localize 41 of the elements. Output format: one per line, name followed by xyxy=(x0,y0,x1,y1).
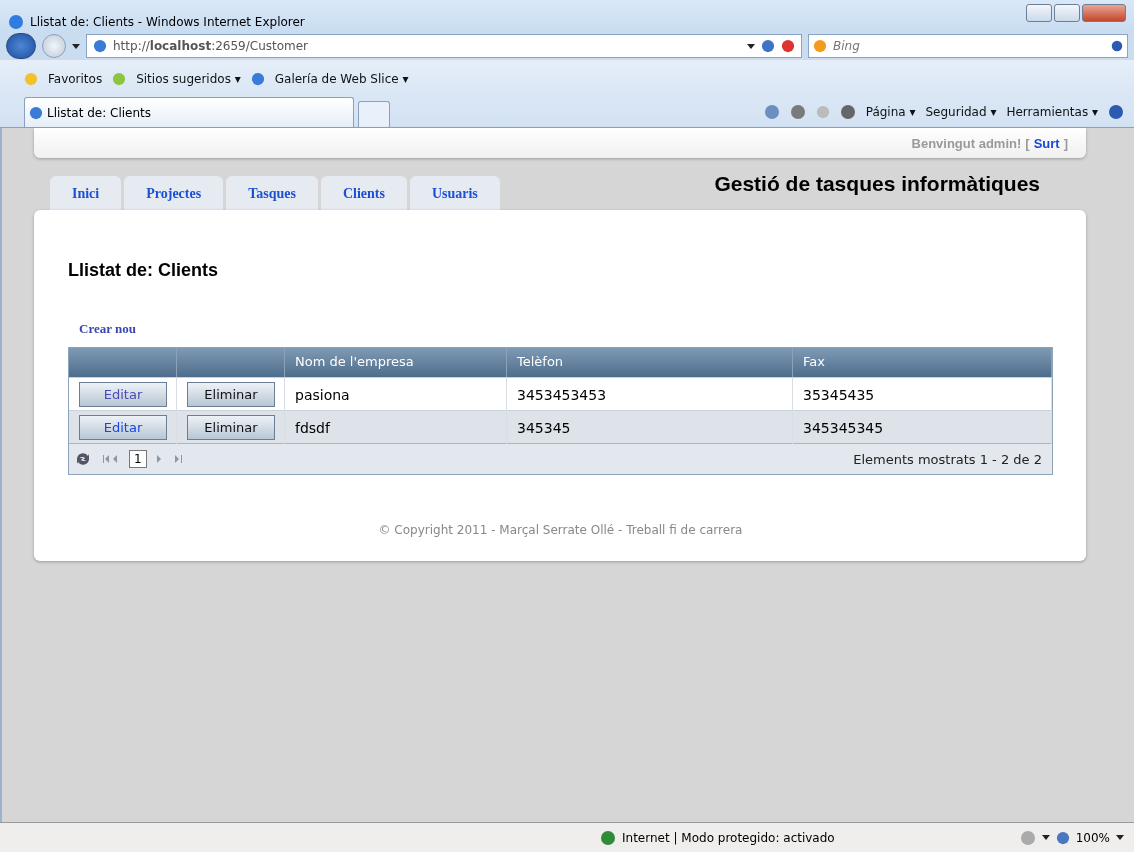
command-menu[interactable]: Herramientas ▾ xyxy=(1006,105,1098,119)
create-link[interactable]: Crear nou xyxy=(79,321,1053,337)
back-button[interactable] xyxy=(6,33,36,59)
site-title: Gestió de tasques informàtiques xyxy=(714,172,1040,196)
command-menu[interactable]: Página ▾ xyxy=(865,105,916,119)
nav-tab[interactable]: Clients xyxy=(320,176,407,210)
nav-tab[interactable]: Projectes xyxy=(124,176,224,210)
window-title: Llistat de: Clients - Windows Internet Explorer xyxy=(30,15,306,29)
favorites-item[interactable]: Favoritos xyxy=(48,72,103,86)
edit-button[interactable]: Editar xyxy=(79,415,167,440)
first-page-icon[interactable] xyxy=(103,455,119,463)
edit-button[interactable]: Editar xyxy=(79,382,167,407)
zoom-level[interactable]: 100% xyxy=(1075,830,1110,845)
favorites-item[interactable]: Sitios sugeridos ▾ xyxy=(136,72,241,86)
browser-tab[interactable]: Llistat de: Clients xyxy=(24,97,354,127)
forward-button[interactable] xyxy=(42,34,66,58)
copyright-text: © Copyright 2011 - Marçal Serrate Ollé - Treball fi de carrera xyxy=(377,523,744,537)
caret-icon[interactable] xyxy=(1041,835,1050,840)
command-menu[interactable]: Seguridad ▾ xyxy=(925,105,997,119)
page-heading: Llistat de: Clients xyxy=(68,260,220,281)
new-tab-button[interactable] xyxy=(358,101,390,127)
favorites-item[interactable]: Galería de Web Slice ▾ xyxy=(274,72,409,86)
page-number[interactable]: 1 xyxy=(129,450,147,468)
bracket-text: [ xyxy=(1025,135,1030,151)
logout-link[interactable]: Surt xyxy=(1033,135,1060,151)
pager-summary: Elements mostrats 1 - 2 de 2 xyxy=(853,451,1042,467)
welcome-text: Benvingut admin! xyxy=(911,135,1022,151)
address-field[interactable]: http://localhost:2659/Customer xyxy=(86,34,802,58)
security-zone-text: Internet | Modo protegido: activado xyxy=(622,830,835,845)
maximize-button[interactable] xyxy=(1054,4,1080,22)
delete-button[interactable]: Eliminar xyxy=(187,415,275,440)
last-page-icon[interactable] xyxy=(156,455,185,463)
search-field[interactable]: Bing xyxy=(808,34,1128,58)
nav-tab[interactable]: Usuaris xyxy=(409,176,500,210)
caret-icon[interactable] xyxy=(1116,835,1124,840)
delete-button[interactable]: Eliminar xyxy=(187,382,275,407)
minimize-button[interactable] xyxy=(1026,4,1052,22)
nav-tab[interactable]: Tasques xyxy=(226,176,318,210)
bracket-text: ] xyxy=(1063,135,1068,151)
nav-tab[interactable]: Inici xyxy=(50,176,122,210)
close-button[interactable] xyxy=(1082,4,1126,22)
